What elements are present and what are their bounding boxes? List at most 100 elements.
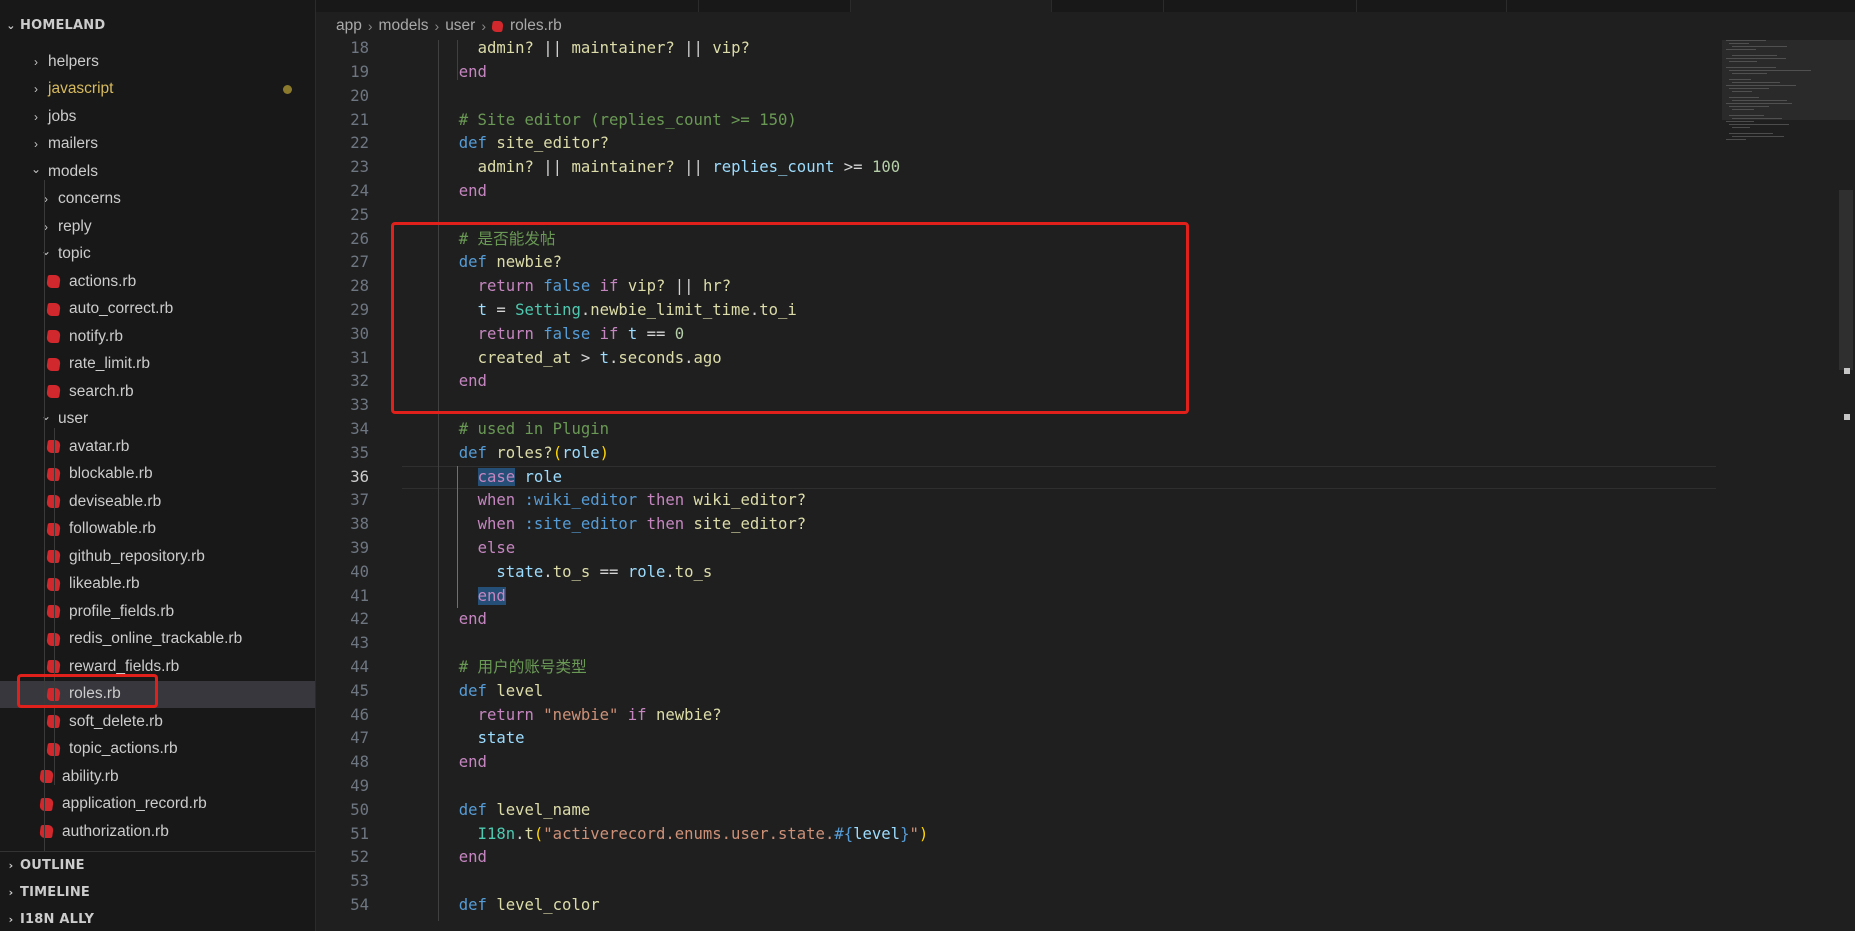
tree-file-roles-rb[interactable]: roles.rb — [0, 680, 315, 708]
minimap-line — [1732, 73, 1767, 74]
tree-file-github_repository-rb[interactable]: github_repository.rb — [0, 543, 315, 571]
code-line[interactable]: 50 def level_name — [316, 799, 1716, 823]
outline-panel-header[interactable]: › OUTLINE — [0, 852, 315, 879]
code-line[interactable]: 19 end — [316, 61, 1716, 85]
vertical-scrollbar[interactable] — [1839, 190, 1853, 370]
code-line[interactable]: 27 def newbie? — [316, 251, 1716, 275]
code-line[interactable]: 36 case role — [316, 466, 1716, 490]
code-line[interactable]: 44 # 用户的账号类型 — [316, 656, 1716, 680]
code-line[interactable]: 32 end — [316, 370, 1716, 394]
minimap-line — [1726, 139, 1746, 140]
tree-file-notify-rb[interactable]: notify.rb — [0, 323, 315, 351]
tree-file-rate_limit-rb[interactable]: rate_limit.rb — [0, 351, 315, 379]
tree-file-blockable-rb[interactable]: blockable.rb — [0, 461, 315, 489]
code-line[interactable]: 48 end — [316, 751, 1716, 775]
code-line[interactable]: 29 t = Setting.newbie_limit_time.to_i — [316, 299, 1716, 323]
tree-file-avatar-rb[interactable]: avatar.rb — [0, 433, 315, 461]
code-line[interactable]: 38 when :site_editor then site_editor? — [316, 513, 1716, 537]
tree-file-deviseable-rb[interactable]: deviseable.rb — [0, 488, 315, 516]
code-line[interactable]: 53 — [316, 870, 1716, 894]
tree-file-likeable-rb[interactable]: likeable.rb — [0, 571, 315, 599]
tree-item-label: likeable.rb — [69, 575, 140, 593]
tree-folder-javascript[interactable]: › javascript — [0, 76, 315, 104]
explorer-sidebar: ⌄ HOMELAND › helpers › javascript › jobs › mail… — [0, 0, 316, 931]
active-tab[interactable] — [851, 0, 1051, 12]
chevron-right-icon: › — [44, 219, 48, 234]
code-text: # 是否能发帖 — [440, 228, 556, 252]
explorer-root-header[interactable]: ⌄ HOMELAND — [0, 12, 315, 39]
tree-folder-models[interactable]: ⌄ models — [0, 158, 315, 186]
tree-file-authorization-rb[interactable]: authorization.rb — [0, 818, 315, 846]
code-line[interactable]: 23 admin? || maintainer? || replies_coun… — [316, 156, 1716, 180]
code-token: admin? — [477, 158, 534, 177]
code-line[interactable]: 42 end — [316, 608, 1716, 632]
code-token: >= — [834, 158, 872, 177]
breadcrumb-item-file[interactable]: roles.rb — [510, 17, 562, 35]
code-text: # used in Plugin — [440, 418, 609, 442]
tree-folder-reply[interactable]: › reply — [0, 213, 315, 241]
breadcrumb-item-app[interactable]: app — [336, 17, 362, 35]
code-line[interactable]: 18 admin? || maintainer? || vip? — [316, 40, 1716, 61]
code-line[interactable]: 39 else — [316, 537, 1716, 561]
code-line[interactable]: 45 def level — [316, 680, 1716, 704]
code-line[interactable]: 22 def site_editor? — [316, 132, 1716, 156]
code-token: . — [665, 562, 675, 581]
tree-file-reward_fields-rb[interactable]: reward_fields.rb — [0, 653, 315, 681]
code-token: def — [458, 681, 487, 700]
code-line[interactable]: 52 end — [316, 846, 1716, 870]
code-line[interactable]: 41 end — [316, 585, 1716, 609]
tree-file-actions-rb[interactable]: actions.rb — [0, 268, 315, 296]
tree-folder-mailers[interactable]: › mailers — [0, 131, 315, 159]
code-line[interactable]: 24 end — [316, 180, 1716, 204]
code-line[interactable]: 33 — [316, 394, 1716, 418]
tree-file-redis_online_trackable-rb[interactable]: redis_online_trackable.rb — [0, 626, 315, 654]
tree-folder-concerns[interactable]: › concerns — [0, 186, 315, 214]
tree-folder-helpers[interactable]: › helpers — [0, 48, 315, 76]
tree-file-auto_correct-rb[interactable]: auto_correct.rb — [0, 296, 315, 324]
tree-file-followable-rb[interactable]: followable.rb — [0, 516, 315, 544]
breadcrumb-item-models[interactable]: models — [379, 17, 429, 35]
tree-file-soft_delete-rb[interactable]: soft_delete.rb — [0, 708, 315, 736]
minimap[interactable] — [1722, 40, 1854, 170]
code-token: . — [684, 348, 694, 367]
tree-item-label: topic_actions.rb — [69, 740, 178, 758]
tree-file-topic_actions-rb[interactable]: topic_actions.rb — [0, 736, 315, 764]
tree-item-label: auto_correct.rb — [69, 300, 174, 318]
tree-folder-user[interactable]: ⌄ user — [0, 406, 315, 434]
code-line[interactable]: 49 — [316, 775, 1716, 799]
code-line[interactable]: 46 return "newbie" if newbie? — [316, 704, 1716, 728]
i18n-ally-panel-header[interactable]: › I18N ALLY — [0, 906, 315, 931]
tree-file-search-rb[interactable]: search.rb — [0, 378, 315, 406]
tree-folder-topic[interactable]: ⌄ topic — [0, 241, 315, 269]
code-line[interactable]: 37 when :wiki_editor then wiki_editor? — [316, 489, 1716, 513]
tree-file-application_record-rb[interactable]: application_record.rb — [0, 791, 315, 819]
code-token: end — [458, 610, 487, 629]
code-line[interactable]: 31 created_at > t.seconds.ago — [316, 347, 1716, 371]
outline-panel-title: OUTLINE — [20, 858, 85, 873]
code-line[interactable]: 28 return false if vip? || hr? — [316, 275, 1716, 299]
tree-item-label: topic — [58, 245, 91, 263]
code-token: def — [458, 895, 487, 914]
code-line[interactable]: 21 # Site editor (replies_count >= 150) — [316, 109, 1716, 133]
ruby-file-icon — [46, 357, 61, 371]
code-line[interactable]: 54 def level_color — [316, 894, 1716, 918]
code-line[interactable]: 51 I18n.t("activerecord.enums.user.state… — [316, 823, 1716, 847]
minimap-line — [1729, 43, 1749, 44]
code-line[interactable]: 26 # 是否能发帖 — [316, 228, 1716, 252]
code-line[interactable]: 34 # used in Plugin — [316, 418, 1716, 442]
code-editor[interactable]: 18 admin? || maintainer? || vip? 19 end 20… — [316, 40, 1716, 931]
tree-folder-jobs[interactable]: › jobs — [0, 103, 315, 131]
code-line[interactable]: 47 state — [316, 727, 1716, 751]
tree-file-ability-rb[interactable]: ability.rb — [0, 763, 315, 791]
code-line[interactable]: 43 — [316, 632, 1716, 656]
code-line[interactable]: 30 return false if t == 0 — [316, 323, 1716, 347]
code-line[interactable]: 20 — [316, 85, 1716, 109]
tree-file-profile_fields-rb[interactable]: profile_fields.rb — [0, 598, 315, 626]
breadcrumb-item-user[interactable]: user — [445, 17, 475, 35]
code-line[interactable]: 35 def roles?(role) — [316, 442, 1716, 466]
timeline-panel-header[interactable]: › TIMELINE — [0, 879, 315, 906]
code-line[interactable]: 40 state.to_s == role.to_s — [316, 561, 1716, 585]
code-line[interactable]: 25 — [316, 204, 1716, 228]
